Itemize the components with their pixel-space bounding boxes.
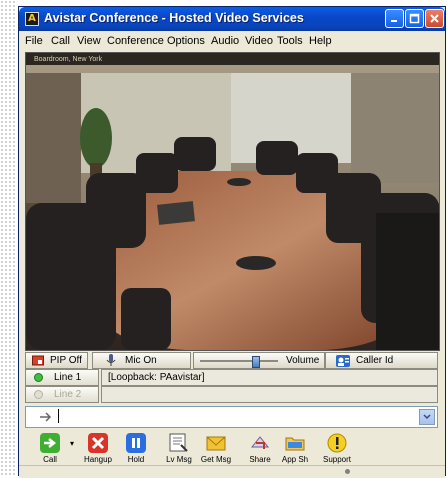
pip-toggle-button[interactable]: PIP Off xyxy=(25,352,88,369)
hangup-button[interactable]: Hangup xyxy=(81,431,115,469)
maximize-icon xyxy=(409,13,420,24)
hangup-x-icon xyxy=(88,433,108,453)
dial-arrow-icon xyxy=(40,412,52,422)
line-2-button[interactable]: Line 2 xyxy=(25,386,99,403)
leave-message-button[interactable]: Lv Msg xyxy=(162,431,196,469)
call-arrow-icon xyxy=(40,433,60,453)
app-window: A Avistar Conference - Hosted Video Serv… xyxy=(18,6,446,478)
pip-label: PIP Off xyxy=(50,355,82,366)
status-indicator-icon xyxy=(345,469,350,474)
hold-pause-icon xyxy=(126,433,146,453)
folder-icon xyxy=(285,437,305,451)
window-title: Avistar Conference - Hosted Video Servic… xyxy=(44,11,304,25)
menu-file[interactable]: File xyxy=(25,35,43,47)
menu-conference[interactable]: Conference xyxy=(107,35,164,47)
share-icon xyxy=(250,436,270,449)
volume-label: Volume xyxy=(286,355,320,366)
line-1-label: Line 1 xyxy=(54,372,82,383)
get-message-button[interactable]: Get Msg xyxy=(199,431,233,469)
video-location-label: Boardroom, New York xyxy=(34,56,103,63)
caller-id-icon xyxy=(336,355,350,367)
menu-options[interactable]: Options xyxy=(167,35,205,47)
menu-audio[interactable]: Audio xyxy=(211,35,239,47)
dial-input-row xyxy=(25,406,438,428)
support-button[interactable]: Support xyxy=(320,431,354,469)
call-button[interactable]: Call xyxy=(33,431,67,469)
line-1-info: [Loopback: PAavistar] xyxy=(101,369,438,386)
envelope-icon xyxy=(206,436,226,451)
get-message-label: Get Msg xyxy=(200,455,232,464)
line-1-status-icon xyxy=(34,373,43,382)
call-controls-bar: PIP Off Mic On Volume Caller Id xyxy=(25,352,438,369)
desktop-background xyxy=(0,0,16,476)
title-bar[interactable]: A Avistar Conference - Hosted Video Serv… xyxy=(19,7,445,31)
menu-tools[interactable]: Tools xyxy=(277,35,303,47)
caller-id-label: Caller Id xyxy=(356,355,394,366)
pip-icon xyxy=(32,355,44,366)
line-1-button[interactable]: Line 1 xyxy=(25,369,99,386)
volume-control: Volume xyxy=(193,352,325,369)
caller-id-button[interactable]: Caller Id xyxy=(325,352,438,369)
close-icon xyxy=(430,14,439,23)
support-label: Support xyxy=(322,455,352,464)
mic-label: Mic On xyxy=(125,355,157,366)
main-toolbar: Call ▾ Hangup Hold Lv Msg Get Msg Share … xyxy=(25,431,438,469)
support-icon xyxy=(327,433,347,453)
conference-room-image xyxy=(26,53,439,350)
video-feed[interactable]: Boardroom, New York xyxy=(25,52,440,351)
call-label: Call xyxy=(43,455,57,464)
minimize-button[interactable] xyxy=(385,9,404,28)
leave-message-icon xyxy=(169,433,188,452)
dial-dropdown-button[interactable] xyxy=(419,409,435,425)
line-2-info xyxy=(101,386,438,403)
hold-button[interactable]: Hold xyxy=(119,431,153,469)
menu-view[interactable]: View xyxy=(77,35,101,47)
menu-help[interactable]: Help xyxy=(309,35,332,47)
menu-call[interactable]: Call xyxy=(51,35,70,47)
menu-video[interactable]: Video xyxy=(245,35,273,47)
maximize-button[interactable] xyxy=(405,9,424,28)
volume-slider-track[interactable] xyxy=(200,360,278,362)
volume-slider-thumb[interactable] xyxy=(251,356,260,368)
mic-toggle-button[interactable]: Mic On xyxy=(92,352,191,369)
chevron-down-icon xyxy=(423,414,431,420)
app-share-button[interactable]: App Sh xyxy=(278,431,312,469)
hold-label: Hold xyxy=(127,455,145,464)
minimize-icon xyxy=(391,20,397,22)
close-button[interactable] xyxy=(425,9,444,28)
menu-bar: File Call View Conference Options Audio … xyxy=(19,31,445,51)
microphone-icon xyxy=(106,354,116,366)
line-2-status-icon xyxy=(34,390,43,399)
app-share-label: App Sh xyxy=(281,455,309,464)
status-bar xyxy=(19,465,445,478)
call-dropdown-icon[interactable]: ▾ xyxy=(70,439,74,448)
text-cursor xyxy=(58,409,59,423)
avistar-app-icon: A xyxy=(25,12,39,26)
line-2-label: Line 2 xyxy=(54,389,82,400)
